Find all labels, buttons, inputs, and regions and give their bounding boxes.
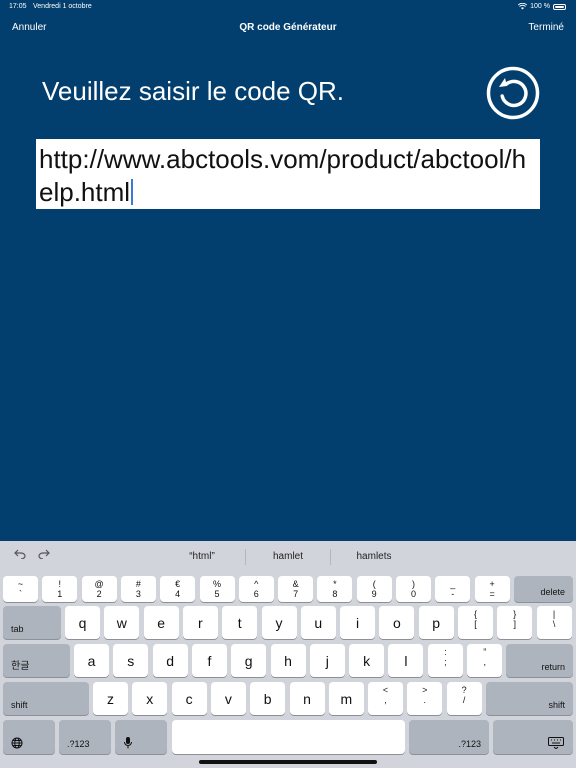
key-n[interactable]: n: [289, 682, 325, 715]
keyboard-dismiss-icon: [548, 737, 564, 749]
dictation-key[interactable]: [115, 720, 167, 754]
suggestion-1[interactable]: “html”: [162, 551, 242, 562]
key-number-12[interactable]: + =: [474, 576, 510, 602]
key-symbol-row2-0[interactable]: {[: [458, 606, 493, 639]
key-number-5[interactable]: % 5: [199, 576, 235, 602]
key-u[interactable]: u: [300, 606, 336, 639]
key-x[interactable]: x: [132, 682, 168, 715]
nav-bar: Annuler QR code Générateur Terminé: [0, 18, 576, 40]
shift-right-key[interactable]: shift: [486, 682, 573, 715]
key-v[interactable]: v: [210, 682, 246, 715]
dismiss-keyboard-key[interactable]: [493, 720, 573, 754]
space-bar[interactable]: [172, 720, 405, 754]
status-right: 100 %: [518, 3, 566, 10]
status-time: 17:05: [9, 3, 27, 10]
battery-icon: [553, 3, 566, 10]
suggestion-divider: [330, 549, 331, 565]
delete-key[interactable]: delete: [514, 576, 573, 602]
prompt-label: Veuillez saisir le code QR.: [42, 76, 345, 106]
key-y[interactable]: y: [261, 606, 297, 639]
key-number-2[interactable]: @2: [81, 576, 117, 602]
redo-icon[interactable]: [38, 549, 50, 559]
key-w[interactable]: w: [104, 606, 140, 639]
suggestion-3[interactable]: hamlets: [334, 551, 414, 562]
key-symbol-row3-0[interactable]: :;: [428, 644, 463, 677]
key-number-0[interactable]: ~ `: [3, 576, 38, 602]
key-symbol-row3-1[interactable]: ”,: [467, 644, 503, 677]
key-i[interactable]: i: [340, 606, 376, 639]
key-q[interactable]: q: [65, 606, 100, 639]
language-key[interactable]: 한글: [3, 644, 70, 677]
key-b[interactable]: b: [250, 682, 286, 715]
suggestion-2[interactable]: hamlet: [248, 551, 328, 562]
done-button[interactable]: Terminé: [528, 22, 564, 33]
qr-code-input[interactable]: http://www.abctools.vom/product/abctool/…: [36, 139, 540, 209]
key-symbol-row2-1[interactable]: }]: [497, 606, 533, 639]
status-bar: 17:05 Vendredi 1 octobre 100 %: [0, 0, 576, 14]
page-title: QR code Générateur: [239, 22, 337, 33]
key-number-8[interactable]: * 8: [317, 576, 353, 602]
key-c[interactable]: c: [171, 682, 207, 715]
key-symbol-row4-0[interactable]: <,: [368, 682, 403, 715]
key-e[interactable]: e: [143, 606, 179, 639]
battery-percent: 100 %: [530, 3, 550, 10]
suggestion-divider: [245, 549, 246, 565]
numbers-key-right[interactable]: .?123: [409, 720, 489, 754]
home-indicator: [199, 760, 377, 764]
shift-left-key[interactable]: shift: [3, 682, 89, 715]
key-h[interactable]: h: [270, 644, 306, 677]
key-number-11[interactable]: _ -: [435, 576, 471, 602]
key-symbol-row2-2[interactable]: | \: [536, 606, 572, 639]
key-number-3[interactable]: #3: [120, 576, 156, 602]
tab-key[interactable]: tab: [3, 606, 61, 639]
key-k[interactable]: k: [349, 644, 385, 677]
key-symbol-row4-2[interactable]: ? /: [446, 682, 482, 715]
key-number-4[interactable]: €4: [160, 576, 196, 602]
key-t[interactable]: t: [222, 606, 258, 639]
reset-icon: [486, 66, 540, 120]
key-symbol-row4-1[interactable]: >.: [407, 682, 443, 715]
microphone-icon: [124, 737, 132, 749]
key-o[interactable]: o: [379, 606, 415, 639]
reset-button[interactable]: [486, 66, 540, 120]
onscreen-keyboard: “html” hamlet hamlets delete tab 한글 retu…: [0, 541, 576, 768]
undo-icon[interactable]: [14, 549, 26, 559]
key-a[interactable]: a: [74, 644, 109, 677]
wifi-icon: [518, 3, 528, 10]
numbers-key-left[interactable]: .?123: [59, 720, 111, 754]
key-m[interactable]: m: [328, 682, 364, 715]
suggestion-bar: “html” hamlet hamlets: [0, 541, 576, 571]
key-l[interactable]: l: [388, 644, 424, 677]
qr-code-input-value: http://www.abctools.vom/product/abctool/…: [39, 144, 527, 207]
return-key[interactable]: return: [506, 644, 573, 677]
key-s[interactable]: s: [113, 644, 149, 677]
key-number-1[interactable]: ! 1: [42, 576, 78, 602]
globe-key[interactable]: [3, 720, 55, 754]
key-z[interactable]: z: [93, 682, 128, 715]
text-caret: [131, 179, 133, 205]
key-number-7[interactable]: & 7: [278, 576, 314, 602]
globe-icon: [11, 737, 23, 749]
key-d[interactable]: d: [152, 644, 188, 677]
key-number-10[interactable]: ) 0: [396, 576, 431, 602]
status-date: Vendredi 1 octobre: [33, 3, 92, 10]
key-j[interactable]: j: [309, 644, 345, 677]
key-number-6[interactable]: ^ 6: [238, 576, 274, 602]
key-number-9[interactable]: (9: [356, 576, 392, 602]
key-g[interactable]: g: [231, 644, 267, 677]
key-p[interactable]: p: [418, 606, 454, 639]
key-f[interactable]: f: [191, 644, 227, 677]
key-r[interactable]: r: [182, 606, 218, 639]
